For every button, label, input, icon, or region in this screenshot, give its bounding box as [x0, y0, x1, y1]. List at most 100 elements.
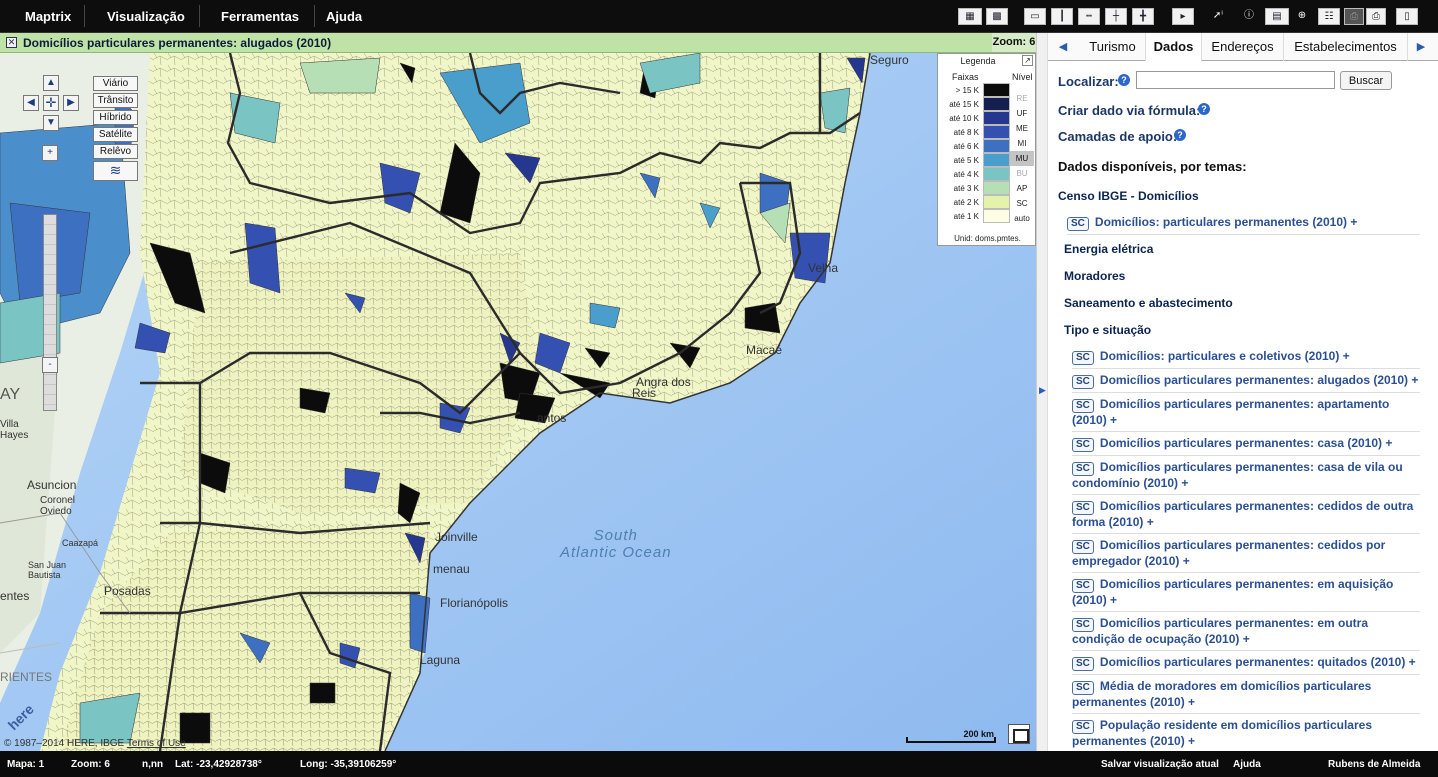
menu-ferramentas[interactable]: Ferramentas — [209, 0, 311, 33]
criar-dado-label[interactable]: Criar dado via fórmula: — [1058, 103, 1200, 118]
zoom-tool-icon[interactable]: ⊕ — [1292, 8, 1312, 25]
save-view-link[interactable]: Salvar visualização atual — [1101, 759, 1219, 770]
sc-badge: SC — [1072, 540, 1094, 554]
category-energia[interactable]: Energia elétrica — [1064, 242, 1153, 256]
help-icon[interactable]: ? — [1198, 103, 1210, 115]
legend-expand-icon[interactable]: ↗ — [1022, 55, 1033, 66]
pan-right-button[interactable]: ▶ — [63, 95, 79, 111]
layer-hibrido-button[interactable]: Híbrido — [93, 110, 138, 125]
fullscreen-icon[interactable] — [1008, 724, 1030, 744]
dados-disponiveis-label: Dados disponíveis, por temas: — [1058, 159, 1247, 174]
legend-level-auto[interactable]: auto — [1010, 211, 1034, 226]
legend-row-label: até 10 K — [949, 114, 979, 123]
legend-row: até 6 K — [941, 139, 1010, 153]
legend-level-me[interactable]: ME — [1010, 121, 1034, 136]
tab-estabelecimentos[interactable]: Estabelecimentos — [1284, 33, 1408, 61]
legend-level-mu[interactable]: MU — [1010, 151, 1034, 166]
data-item[interactable]: SC Domicílios particulares permanentes: c… — [1072, 538, 1420, 573]
legend-level-uf[interactable]: UF — [1010, 106, 1034, 121]
menu-visualizacao[interactable]: Visualização — [95, 0, 197, 33]
category-moradores[interactable]: Moradores — [1064, 269, 1125, 283]
help-link[interactable]: Ajuda — [1233, 759, 1261, 770]
table-icon[interactable]: ☷ — [1318, 8, 1340, 25]
data-item[interactable]: SC Média de moradores em domicílios parti… — [1072, 679, 1420, 714]
data-item[interactable]: SC Domicílios particulares permanentes: c… — [1072, 499, 1420, 534]
tab-turismo[interactable]: Turismo — [1080, 33, 1146, 61]
legend-row: > 15 K — [941, 83, 1010, 97]
layer-satelite-button[interactable]: Satélite — [93, 127, 138, 142]
camadas-apoio-label[interactable]: Camadas de apoio: — [1058, 129, 1177, 144]
layer-viario-button[interactable]: Viário — [93, 76, 138, 91]
data-item[interactable]: SC População residente em domicílios part… — [1072, 718, 1420, 751]
layout-2x2-icon[interactable]: ▦ — [958, 8, 982, 25]
data-item-label: Domicílios: particulares permanentes (20… — [1094, 215, 1358, 229]
status-bar: Mapa: 1 Zoom: 6 n,nn Lat: -23,42928738° … — [0, 751, 1438, 777]
menu-maptrix[interactable]: Maptrix — [13, 0, 83, 33]
help-icon[interactable]: ? — [1118, 74, 1130, 86]
layout-quad-icon[interactable]: ╋ — [1132, 8, 1154, 25]
zoom-slider[interactable] — [43, 214, 57, 411]
data-item[interactable]: SC Domicílios: particulares e coletivos (… — [1072, 349, 1420, 369]
layout-grid-icon[interactable]: ▩ — [986, 8, 1008, 25]
export-icon[interactable]: ▯ — [1396, 8, 1418, 25]
category-saneamento[interactable]: Saneamento e abastecimento — [1064, 296, 1233, 310]
pointer-info-icon[interactable]: ➚ⁱ — [1207, 8, 1229, 25]
panel-divider[interactable]: ▶ — [1036, 33, 1048, 751]
tab-next-icon[interactable]: ▶ — [1410, 33, 1432, 61]
data-item-label: Domicílios particulares permanentes: em … — [1072, 616, 1368, 646]
place-label: Hayes — [0, 430, 29, 441]
legend-level-mi[interactable]: MI — [1010, 136, 1034, 151]
data-item[interactable]: SC Domicílios particulares permanentes: q… — [1072, 655, 1420, 675]
print-preview-icon[interactable]: ⎙ — [1366, 8, 1386, 25]
layout-single-icon[interactable]: ▭ — [1024, 8, 1046, 25]
print-icon[interactable]: ⎙ — [1344, 8, 1364, 25]
help-icon[interactable]: ? — [1174, 129, 1186, 141]
terms-link[interactable]: Terms of Use — [127, 738, 186, 749]
place-label: Joinville — [435, 530, 478, 544]
info-icon[interactable]: ⓘ — [1239, 8, 1259, 25]
data-item[interactable]: SC Domicílios particulares permanentes: a… — [1072, 373, 1420, 393]
place-label: Seguro — [870, 53, 909, 67]
layer-transito-button[interactable]: Trânsito — [93, 93, 138, 108]
data-item[interactable]: SC Domicílios particulares permanentes: c… — [1072, 460, 1420, 495]
legend-level-re[interactable]: RE — [1010, 91, 1034, 106]
ruler-icon[interactable]: ▤ — [1265, 8, 1289, 25]
close-map-icon[interactable]: ✕ — [6, 37, 17, 48]
pan-left-button[interactable]: ◀ — [23, 95, 39, 111]
legend-level-sc[interactable]: SC — [1010, 196, 1034, 211]
data-item-top[interactable]: SC Domicílios: particulares permanentes (… — [1067, 215, 1420, 235]
layout-rows-icon[interactable]: ┅ — [1078, 8, 1100, 25]
user-name[interactable]: Rubens de Almeida — [1328, 759, 1420, 770]
category-tipo-situacao[interactable]: Tipo e situação — [1064, 323, 1151, 337]
tab-enderecos[interactable]: Endereços — [1202, 33, 1284, 61]
zoom-in-button[interactable]: + — [42, 145, 58, 161]
pan-center-button[interactable]: ✛ — [43, 95, 59, 111]
tab-prev-icon[interactable]: ◀ — [1052, 33, 1074, 61]
data-item[interactable]: SC Domicílios particulares permanentes: a… — [1072, 397, 1420, 432]
data-item-label: População residente em domicílios partic… — [1072, 718, 1372, 748]
layer-relevo-button[interactable]: Relêvo — [93, 144, 138, 159]
legend-level-bu[interactable]: BU — [1010, 166, 1034, 181]
layout-columns-icon[interactable]: ┃ — [1051, 8, 1073, 25]
menu-ajuda[interactable]: Ajuda — [314, 0, 374, 33]
layers-stack-icon[interactable]: ≋ — [93, 161, 138, 181]
search-input[interactable] — [1136, 71, 1335, 89]
zoom-out-button[interactable]: - — [42, 357, 58, 373]
next-layout-icon[interactable]: ▸ — [1172, 8, 1194, 25]
data-item[interactable]: SC Domicílios particulares permanentes: c… — [1072, 436, 1420, 456]
side-panel: ◀ Turismo Dados Endereços Estabeleciment… — [1048, 33, 1438, 751]
data-item[interactable]: SC Domicílios particulares permanentes: e… — [1072, 616, 1420, 651]
map-canvas[interactable]: South Atlantic Ocean Seguro Velha Macaé A… — [0, 53, 1036, 751]
collapse-panel-icon[interactable]: ▶ — [1039, 385, 1046, 396]
layout-split-icon[interactable]: ┼ — [1105, 8, 1127, 25]
data-item[interactable]: SC Domicílios particulares permanentes: e… — [1072, 577, 1420, 612]
search-button[interactable]: Buscar — [1340, 71, 1392, 90]
group-censo-domicilios[interactable]: Censo IBGE - Domicílios — [1058, 189, 1199, 203]
pan-down-button[interactable]: ▼ — [43, 115, 59, 131]
pan-up-button[interactable]: ▲ — [43, 75, 59, 91]
place-label: San Juan — [28, 560, 67, 570]
data-item-label: Média de moradores em domicílios particu… — [1072, 679, 1372, 709]
tab-dados[interactable]: Dados — [1146, 33, 1202, 62]
map-choropleth[interactable] — [0, 53, 1036, 751]
legend-level-ap[interactable]: AP — [1010, 181, 1034, 196]
